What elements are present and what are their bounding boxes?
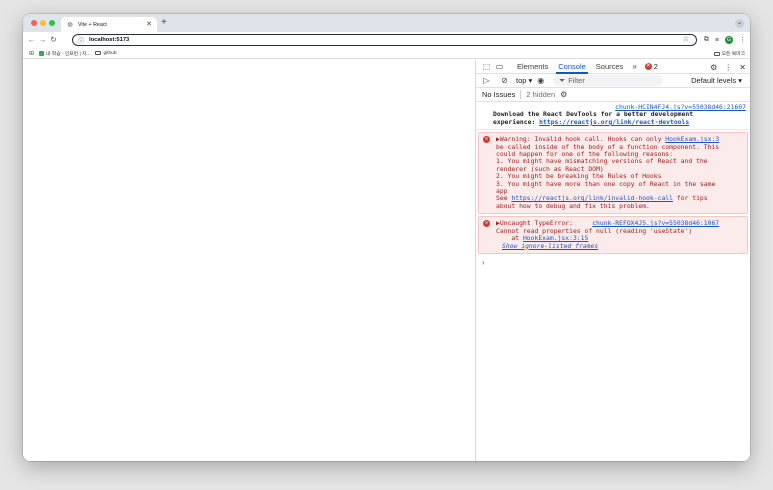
tab-console[interactable]: Console (553, 60, 591, 74)
media-icon[interactable]: ≡ (715, 37, 719, 44)
tab-search-icon[interactable]: ⌄ (735, 19, 744, 28)
site-info-icon[interactable]: ⓘ (78, 36, 86, 45)
clear-console-icon[interactable]: ⊘ (498, 76, 511, 85)
bookmark-github[interactable]: github (95, 50, 117, 56)
console-prompt[interactable]: › (476, 254, 750, 271)
dropdown-caret-icon: ▾ (528, 76, 533, 85)
inspect-element-icon[interactable]: ⬚ (480, 62, 493, 71)
close-devtools-icon[interactable]: ✕ (739, 63, 746, 72)
address-url: localhost:5173 (89, 37, 130, 43)
devtools-panel: ⬚ ▭ Elements Console Sources » ✕ 2 ⚙ ⋮ ✕… (475, 60, 750, 461)
filter-funnel-icon: ⏷ (559, 75, 566, 85)
tab-strip: ◍ Vite + React ✕ + ⌄ (23, 14, 750, 32)
device-toolbar-icon[interactable]: ▭ (493, 62, 506, 71)
tab-sources[interactable]: Sources (591, 60, 629, 74)
stack-source-link[interactable]: HookExam.jsx:3:15 (523, 234, 588, 242)
apps-grid-icon[interactable]: ⊞ (29, 50, 34, 57)
address-bar[interactable]: ⓘ localhost:5173 ☆ (72, 34, 697, 46)
show-ignore-listed-frames[interactable]: Show ignore-listed frames (496, 242, 743, 250)
tab-vite-react[interactable]: ◍ Vite + React ✕ (61, 17, 157, 32)
devtools-link[interactable]: https://reactjs.org/link/react-devtools (539, 118, 689, 126)
maximize-window-button[interactable] (49, 20, 55, 26)
reload-icon[interactable]: ↻ (48, 32, 59, 48)
message-line: 3. You might have more than one copy of … (496, 179, 716, 188)
console-message-invalid-hook: ✕ ▶Warning: Invalid hook call. Hooks can… (478, 132, 748, 215)
more-tabs-icon[interactable]: » (628, 62, 640, 71)
devtools-tabbar: ⬚ ▭ Elements Console Sources » ✕ 2 ⚙ ⋮ ✕ (476, 60, 750, 74)
console-settings-gear-icon[interactable]: ⚙ (560, 90, 567, 99)
bookmarks-bar: ⊞ 내 학습 - 인프런 | 지... github 모든 북마크 (23, 48, 750, 59)
levels-label: Default levels (691, 76, 737, 85)
tab-title: Vite + React (78, 21, 107, 28)
issues-label[interactable]: No Issues (482, 90, 515, 99)
close-window-button[interactable] (31, 20, 37, 26)
toolbar-right: ⧉ ≡ G ⋮ (704, 32, 746, 48)
page-viewport[interactable] (23, 60, 475, 461)
sidebar-toggle-icon[interactable]: ▷ (480, 76, 493, 85)
back-arrow-icon[interactable]: ← (26, 32, 37, 48)
new-tab-button[interactable]: + (161, 17, 167, 29)
close-tab-icon[interactable]: ✕ (146, 21, 152, 28)
console-filter-bar: ▷ ⊘ top ▾ ◉ ⏷ Filter Default levels ▾ (476, 74, 750, 88)
customize-kebab-icon[interactable]: ⋮ (724, 63, 732, 72)
globe-icon: ◍ (67, 22, 73, 28)
devtools-actions: ⚙ ⋮ ✕ (710, 60, 746, 74)
bookmark-label: github (103, 50, 117, 56)
minimize-window-button[interactable] (40, 20, 46, 26)
browser-toolbar: ← → ↻ ⓘ localhost:5173 ☆ ⧉ ≡ G ⋮ (23, 32, 750, 48)
filter-placeholder: Filter (568, 76, 585, 85)
all-bookmarks[interactable]: 모든 북마크 (713, 48, 745, 59)
browser-window: ◍ Vite + React ✕ + ⌄ ← → ↻ ⓘ localhost:5… (23, 14, 750, 461)
context-selector[interactable]: top ▾ (516, 76, 532, 85)
live-expression-eye-icon[interactable]: ◉ (537, 76, 544, 85)
hidden-count: 2 hidden (520, 90, 555, 99)
message-line: about how to debug and fix this problem. (496, 201, 650, 210)
settings-gear-icon[interactable]: ⚙ (710, 63, 717, 72)
tab-elements[interactable]: Elements (512, 60, 553, 74)
error-icon: ✕ (644, 63, 652, 70)
issues-bar: No Issues 2 hidden ⚙ (476, 88, 750, 102)
log-levels-dropdown[interactable]: Default levels ▾ (691, 74, 742, 88)
inflearn-favicon-icon (39, 50, 45, 56)
error-count: 2 (653, 62, 658, 71)
error-count-badge[interactable]: ✕ 2 (644, 62, 658, 71)
error-icon: ✕ (483, 136, 490, 144)
folder-icon (713, 51, 720, 56)
message-text: for tips (673, 194, 708, 203)
bookmark-inflearn[interactable]: 내 학습 - 인프런 | 지... (39, 50, 90, 57)
all-bookmarks-label: 모든 북마크 (721, 52, 745, 57)
dropdown-caret-icon: ▾ (738, 76, 742, 85)
bookmark-label: 내 학습 - 인프런 | 지... (46, 51, 91, 57)
context-label: top (516, 76, 527, 85)
message-text-line: experience: https://reactjs.org/link/rea… (493, 117, 746, 126)
console-filter-input[interactable]: ⏷ Filter (553, 75, 664, 86)
folder-icon (95, 51, 102, 55)
extensions-icon[interactable]: ⧉ (704, 36, 709, 44)
bookmark-star-icon[interactable]: ☆ (683, 35, 689, 45)
forward-arrow-icon[interactable]: → (37, 32, 48, 48)
stack-prefix: at (496, 234, 523, 243)
console-message-typeerror: ✕ ▶Uncaught TypeError: chunk-REFOX4J5.js… (478, 216, 748, 254)
console-message-info: chunk-HCIN4FJ4.js?v=55038d46:21607 Downl… (476, 102, 750, 131)
message-text: experience: (493, 117, 540, 126)
menu-kebab-icon[interactable]: ⋮ (739, 36, 746, 44)
profile-avatar[interactable]: G (725, 36, 733, 44)
error-icon: ✕ (483, 220, 490, 228)
